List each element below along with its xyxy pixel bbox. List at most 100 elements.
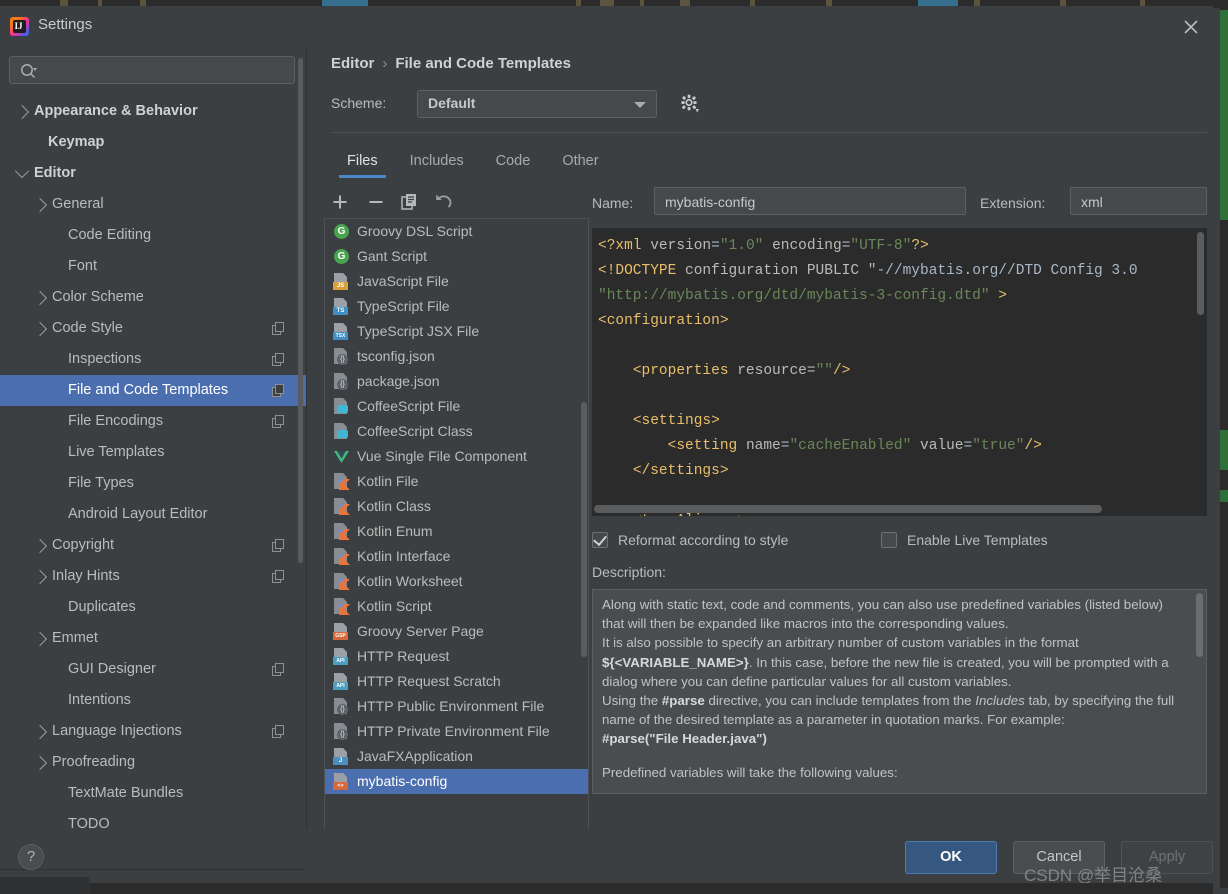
chevron-right-icon[interactable] (32, 755, 48, 771)
sidebar-item-emmet[interactable]: Emmet (0, 623, 306, 654)
sidebar-item-code-editing[interactable]: Code Editing (0, 220, 306, 251)
reset-template-button[interactable] (431, 190, 455, 214)
sidebar-item-todo[interactable]: TODO (0, 809, 306, 829)
sidebar-item-inlay-hints[interactable]: Inlay Hints (0, 561, 306, 592)
template-list-item[interactable]: G Gant Script (325, 244, 588, 269)
template-list-item[interactable]: {} HTTP Private Environment File (325, 719, 588, 744)
sidebar-item-intentions[interactable]: Intentions (0, 685, 306, 716)
template-list-item[interactable]: Kotlin Enum (325, 519, 588, 544)
tab-includes[interactable]: Includes (394, 144, 480, 178)
sidebar-item-label: TextMate Bundles (68, 785, 184, 801)
description-box[interactable]: Along with static text, code and comment… (592, 589, 1207, 794)
sidebar-item-general[interactable]: General (0, 189, 306, 220)
settings-tree[interactable]: Appearance & Behavior Keymap Editor General… (0, 96, 306, 829)
template-options-row: Reformat according to style Enable Live … (592, 531, 1207, 554)
sidebar-item-duplicates[interactable]: Duplicates (0, 592, 306, 623)
sidebar-item-copyright[interactable]: Copyright (0, 530, 306, 561)
template-list-vertical-scrollbar[interactable] (581, 402, 587, 657)
sidebar-item-label: Android Layout Editor (68, 506, 208, 522)
template-list-item[interactable]: GSP Groovy Server Page (325, 619, 588, 644)
template-list-item[interactable]: <> mybatis-config (325, 769, 588, 794)
sidebar-item-font[interactable]: Font (0, 251, 306, 282)
template-list-item[interactable]: TSX TypeScript JSX File (325, 319, 588, 344)
desc-p3-parse: #parse (661, 693, 705, 709)
live-templates-checkbox-label[interactable]: Enable Live Templates (907, 532, 1048, 548)
chevron-right-icon[interactable] (14, 104, 30, 120)
live-templates-checkbox[interactable] (881, 532, 897, 548)
sidebar-item-label: General (52, 196, 104, 212)
sidebar-item-keymap[interactable]: Keymap (0, 127, 306, 158)
chevron-right-icon[interactable] (32, 538, 48, 554)
tab-other[interactable]: Other (546, 144, 614, 178)
description-scrollbar[interactable] (1196, 593, 1203, 657)
template-list-item[interactable]: Kotlin File (325, 469, 588, 494)
template-list-item[interactable]: Vue Single File Component (325, 444, 588, 469)
sidebar-item-language-injections[interactable]: Language Injections (0, 716, 306, 747)
template-list-item[interactable]: CoffeeScript File (325, 394, 588, 419)
chevron-right-icon[interactable] (32, 321, 48, 337)
settings-search-box[interactable] (9, 56, 295, 84)
sidebar-item-inspections[interactable]: Inspections (0, 344, 306, 375)
sidebar-item-file-and-code-templates[interactable]: File and Code Templates (0, 375, 306, 406)
template-list-item[interactable]: CoffeeScript Class (325, 419, 588, 444)
template-extension-field[interactable] (1070, 187, 1207, 215)
code-vertical-scrollbar[interactable] (1197, 232, 1204, 315)
template-list-item[interactable]: TS TypeScript File (325, 294, 588, 319)
template-list-item[interactable]: Kotlin Script (325, 594, 588, 619)
tab-code[interactable]: Code (480, 144, 547, 178)
tab-files[interactable]: Files (331, 144, 394, 178)
search-icon (20, 63, 38, 82)
sidebar-item-file-types[interactable]: File Types (0, 468, 306, 499)
sidebar-item-gui-designer[interactable]: GUI Designer (0, 654, 306, 685)
chevron-right-icon[interactable] (32, 724, 48, 740)
sidebar-item-textmate-bundles[interactable]: TextMate Bundles (0, 778, 306, 809)
sidebar-item-android-layout-editor[interactable]: Android Layout Editor (0, 499, 306, 530)
template-list-item[interactable]: {} HTTP Public Environment File (325, 694, 588, 719)
sidebar-item-appearance-behavior[interactable]: Appearance & Behavior (0, 96, 306, 127)
sidebar-item-editor[interactable]: Editor (0, 158, 306, 189)
template-list-item[interactable]: J JavaFXApplication (325, 744, 588, 769)
template-list-item[interactable]: G Groovy DSL Script (325, 219, 588, 244)
template-code-editor[interactable]: <?xml version="1.0" encoding="UTF-8"?> <!… (592, 228, 1207, 516)
ok-button[interactable]: OK (905, 841, 997, 874)
template-list-item[interactable]: {} tsconfig.json (325, 344, 588, 369)
sidebar-item-color-scheme[interactable]: Color Scheme (0, 282, 306, 313)
chevron-right-icon[interactable] (32, 197, 48, 213)
help-button[interactable]: ? (18, 844, 44, 870)
template-list-item[interactable]: API HTTP Request Scratch (325, 669, 588, 694)
template-list-item[interactable]: Kotlin Interface (325, 544, 588, 569)
chevron-right-icon[interactable] (32, 290, 48, 306)
sidebar-item-proofreading[interactable]: Proofreading (0, 747, 306, 778)
reformat-checkbox-label[interactable]: Reformat according to style (618, 532, 788, 548)
template-list-item[interactable]: API HTTP Request (325, 644, 588, 669)
sidebar-item-live-templates[interactable]: Live Templates (0, 437, 306, 468)
chevron-right-icon[interactable] (32, 569, 48, 585)
chevron-right-icon[interactable] (32, 631, 48, 647)
sidebar-item-file-encodings[interactable]: File Encodings (0, 406, 306, 437)
gear-icon[interactable] (679, 93, 701, 115)
sidebar-item-label: TODO (68, 816, 110, 829)
template-list-item[interactable]: Kotlin Class (325, 494, 588, 519)
close-icon[interactable] (1178, 14, 1204, 40)
scheme-dropdown[interactable]: Default (417, 90, 657, 118)
template-list-item[interactable]: JS JavaScript File (325, 269, 588, 294)
sidebar-scrollbar[interactable] (298, 58, 303, 563)
copy-template-button[interactable] (397, 190, 421, 214)
sidebar-item-code-style[interactable]: Code Style (0, 313, 306, 344)
code-horizontal-scrollbar[interactable] (594, 505, 1102, 513)
template-list[interactable]: G Groovy DSL Script G Gant Script JS JavaScri… (324, 218, 589, 838)
template-list-item[interactable]: Kotlin Worksheet (325, 569, 588, 594)
breadcrumb-parent[interactable]: Editor (331, 55, 374, 72)
template-category-tabs[interactable]: Files Includes Code Other (331, 144, 615, 180)
reformat-checkbox[interactable] (592, 531, 608, 548)
template-extension-input[interactable] (1079, 191, 1200, 213)
search-input[interactable] (44, 61, 292, 82)
template-name-input[interactable] (663, 191, 959, 213)
header-divider (331, 132, 1207, 133)
add-template-button[interactable] (328, 190, 352, 214)
chevron-down-icon[interactable] (14, 164, 30, 179)
template-name-field[interactable] (654, 187, 966, 215)
remove-template-button[interactable] (364, 190, 388, 214)
template-list-item[interactable]: {} package.json (325, 369, 588, 394)
